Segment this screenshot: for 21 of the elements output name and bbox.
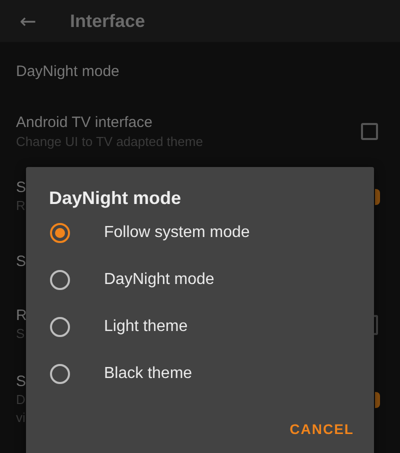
radio-button[interactable] [50,222,70,242]
radio-button[interactable] [50,270,70,290]
option-label[interactable]: DayNight mode [104,270,214,288]
option-label[interactable]: Light theme [104,318,188,336]
cancel-button[interactable]: CANCEL [288,417,356,441]
setting-title: R [16,306,27,324]
setting-title: S [16,179,26,197]
toggle-switch[interactable] [375,189,380,205]
checkbox[interactable] [361,122,378,140]
dialog-title: DayNight mode [49,188,182,209]
setting-title: S [16,253,26,271]
radio-button[interactable] [50,316,70,336]
screen-title: Interface [70,10,146,32]
radio-button[interactable] [50,364,70,384]
setting-title[interactable]: DayNight mode [16,62,378,80]
toggle-switch[interactable] [375,392,380,408]
back-button[interactable]: ← [16,9,40,33]
option-label[interactable]: Black theme [104,364,192,382]
option-label[interactable]: Follow system mode [104,224,250,242]
setting-title: S [16,372,26,390]
setting-title[interactable]: Android TV interface [16,114,361,130]
